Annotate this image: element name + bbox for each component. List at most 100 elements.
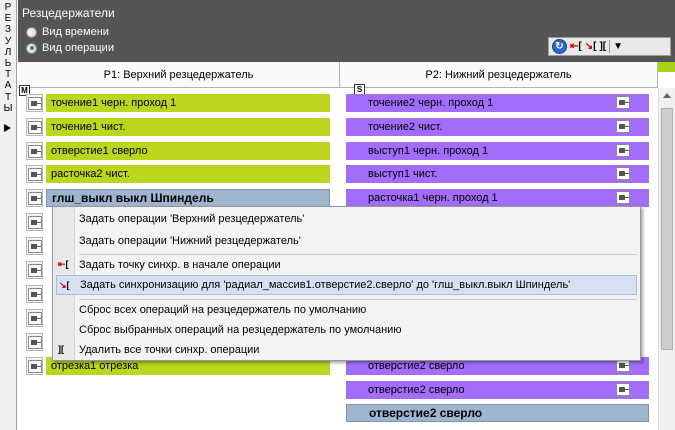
operation-row[interactable]: отверстие1 сверло	[46, 142, 330, 160]
operation-icon	[28, 168, 42, 181]
scroll-up-icon[interactable]	[663, 93, 671, 98]
operation-label: точение2 черн. проход 1	[368, 97, 494, 109]
menu-item-set-sync[interactable]: ↘[ Задать синхронизацию для 'радиал_масс…	[56, 275, 637, 295]
side-letter: З	[4, 24, 12, 36]
menu-item-delete-sync[interactable]: ][ Удалить все точки синхр. операции	[56, 340, 637, 360]
sync-start-icon[interactable]: ⇤[	[570, 39, 582, 54]
menu-item-set-upper[interactable]: Задать операции 'Верхний резцедержатель'	[56, 209, 637, 229]
operation-handle[interactable]	[26, 357, 43, 375]
operation-label: расточка1 черн. проход 1	[368, 192, 498, 204]
side-letter: Т	[4, 91, 12, 103]
operation-label: отверстие2 сверло	[368, 384, 465, 396]
radio-operation-view[interactable]: Вид операции	[26, 42, 114, 54]
operation-label: отрезка1 отрезка	[51, 360, 139, 372]
radio-time-view[interactable]: Вид времени	[26, 26, 109, 38]
side-letter: Т	[4, 69, 12, 81]
side-letter: Ы	[3, 102, 13, 114]
operation-handle[interactable]	[26, 285, 43, 303]
operation-label: точение2 чист.	[368, 121, 443, 133]
operation-row[interactable]: точение2 черн. проход 1	[346, 94, 649, 112]
refresh-icon[interactable]: ↻	[552, 39, 567, 54]
menu-item-sync-point-start[interactable]: ⇤[ Задать точку синхр. в начале операции	[56, 255, 637, 275]
column-header-p2: P2: Нижний резцедержатель	[340, 62, 658, 88]
operation-handle[interactable]	[26, 118, 43, 136]
side-letter: У	[4, 35, 12, 47]
operation-handle[interactable]	[26, 333, 43, 351]
operation-row[interactable]: выступ1 черн. проход 1	[346, 142, 649, 160]
sync-op-icon[interactable]: ↘[	[585, 39, 597, 54]
operation-handle[interactable]	[26, 94, 43, 112]
menu-item-label: Задать точку синхр. в начале операции	[79, 259, 281, 271]
toolbar-separator	[609, 40, 611, 53]
operation-handle[interactable]	[26, 165, 43, 183]
context-menu: Задать операции 'Верхний резцедержатель'…	[52, 206, 641, 361]
operation-handle[interactable]	[26, 142, 43, 160]
scrollbar-thumb[interactable]	[661, 108, 673, 350]
operation-label: выступ1 чист.	[368, 168, 438, 180]
radio-time-label: Вид времени	[42, 26, 109, 38]
panel-title: Резцедержатели	[22, 6, 115, 20]
operation-handle[interactable]	[26, 189, 43, 207]
operation-row-selected[interactable]: глш_выкл выкл Шпиндель	[46, 189, 330, 207]
operation-icon	[28, 360, 42, 373]
operation-icon	[616, 144, 630, 157]
menu-item-label: Задать операции 'Нижний резцедержатель'	[79, 235, 301, 247]
operation-row[interactable]: точение1 чист.	[46, 118, 330, 136]
operation-row[interactable]: выступ1 чист.	[346, 165, 649, 183]
operation-label: точение1 черн. проход 1	[51, 97, 177, 109]
operation-icon	[616, 167, 630, 180]
radio-operation-label: Вид операции	[42, 42, 114, 54]
sync-op-icon: ↘[	[59, 280, 70, 290]
operation-icon	[28, 216, 42, 229]
expand-arrow-icon[interactable]	[4, 124, 11, 132]
menu-item-reset-all[interactable]: Сброс всех операций на резцедержатель по…	[56, 300, 637, 320]
menu-item-reset-selected[interactable]: Сброс выбранных операций на резцедержате…	[56, 320, 637, 340]
operation-row[interactable]: точение2 чист.	[346, 118, 649, 136]
sync-toolbar: ↻ ⇤[ ↘[ ][ ▼	[548, 37, 671, 56]
menu-item-label: Сброс выбранных операций на резцедержате…	[79, 324, 402, 336]
operation-row[interactable]: точение1 черн. проход 1	[46, 94, 330, 112]
radio-button-checked[interactable]	[26, 42, 37, 54]
operation-icon	[28, 288, 42, 301]
menu-item-label: Сброс всех операций на резцедержатель по…	[79, 304, 367, 316]
operation-icon	[28, 264, 42, 277]
panel-header: Резцедержатели Вид времени Вид операции …	[18, 0, 675, 62]
side-letter: А	[4, 80, 12, 92]
operation-icon	[28, 145, 42, 158]
vertical-scrollbar[interactable]	[658, 88, 675, 430]
sync-start-icon: ⇤[	[58, 259, 69, 269]
side-letter: Ь	[4, 58, 12, 70]
operation-label: точение1 чист.	[51, 121, 126, 133]
operation-label: отверстие1 сверло	[51, 145, 148, 157]
operation-icon	[616, 96, 630, 109]
operation-row[interactable]: расточка2 чист.	[46, 165, 330, 183]
operation-icon	[616, 383, 630, 396]
operation-icon	[28, 312, 42, 325]
menu-item-set-lower[interactable]: Задать операции 'Нижний резцедержатель'	[56, 231, 637, 251]
operation-handle[interactable]	[26, 309, 43, 327]
operation-row-selected[interactable]: отверстие2 сверло	[346, 404, 649, 422]
operation-icon	[28, 336, 42, 349]
operation-label: отверстие2 сверло	[369, 406, 483, 420]
operation-icon	[28, 97, 42, 110]
header-color-indicator	[658, 62, 675, 72]
operation-icon	[28, 240, 42, 253]
operation-icon	[28, 121, 42, 134]
operation-label: выступ1 черн. проход 1	[368, 145, 489, 157]
operation-handle[interactable]	[26, 237, 43, 255]
column-header-p1: P1: Верхний резцедержатель	[18, 62, 340, 88]
operation-label: расточка2 чист.	[51, 168, 130, 180]
sync-all-icon[interactable]: ][	[599, 39, 606, 54]
radio-button[interactable]	[26, 26, 37, 38]
results-side-tab[interactable]: Р Е З У Л Ь Т А Т Ы	[0, 0, 17, 430]
dropdown-icon[interactable]: ▼	[613, 39, 623, 54]
operation-row[interactable]: отверстие2 сверло	[346, 381, 649, 399]
side-letter: Р	[4, 2, 12, 13]
operation-handle[interactable]	[26, 261, 43, 279]
operation-row[interactable]: расточка1 черн. проход 1	[346, 189, 649, 207]
results-side-label: Р Е З У Л Ь Т А Т Ы	[0, 2, 16, 114]
operation-handle[interactable]	[26, 213, 43, 231]
sync-all-icon: ][	[58, 344, 64, 354]
menu-item-label: Задать синхронизацию для 'радиал_массив1…	[80, 279, 571, 291]
menu-item-label: Задать операции 'Верхний резцедержатель'	[79, 213, 305, 225]
